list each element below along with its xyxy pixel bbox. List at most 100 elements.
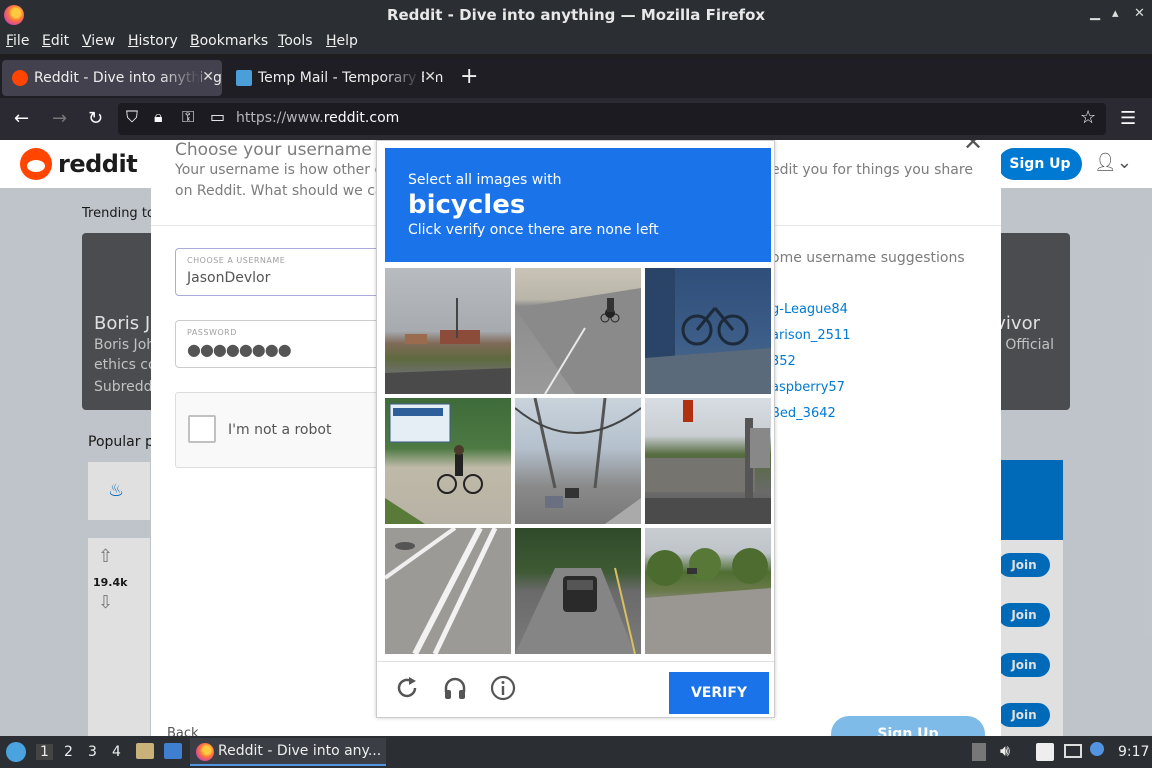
header-signup-button[interactable]: Sign Up — [998, 148, 1082, 180]
key-icon[interactable]: ⚿ — [182, 107, 194, 127]
suggestions-title: ome username suggestions — [771, 250, 965, 266]
taskbar-firefox-window[interactable]: Reddit - Dive into any... — [190, 738, 386, 766]
username-label: CHOOSE A USERNAME — [187, 256, 286, 265]
menu-edit[interactable]: Edit — [42, 33, 69, 49]
rural-road-houses-image — [385, 298, 511, 394]
workspace-4[interactable]: 4 — [112, 744, 121, 760]
captcha-hint: Click verify once there are none left — [408, 222, 659, 238]
recaptcha-label: I'm not a robot — [228, 422, 332, 438]
lock-icon[interactable]: 🔒︎ — [154, 107, 163, 127]
car-on-road-image — [515, 567, 636, 654]
road-lane-markings-image — [385, 528, 498, 654]
modal-description-right: edit you for things you share — [771, 162, 973, 178]
back-icon[interactable]: ← — [14, 108, 29, 129]
captcha-tile[interactable] — [515, 528, 641, 654]
menu-file[interactable]: File — [6, 33, 29, 49]
tab-bar: Reddit - Dive into anything ✕ Temp Mail … — [0, 58, 1152, 98]
reload-icon[interactable]: ↻ — [88, 108, 103, 129]
username-suggestion[interactable]: g-League84 — [771, 302, 848, 317]
shield-icon[interactable]: ⛉ — [126, 107, 138, 127]
workspace-1[interactable]: 1 — [36, 744, 53, 760]
recaptcha-checkbox[interactable] — [188, 415, 216, 443]
desktop-icon[interactable] — [164, 743, 182, 759]
username-suggestion[interactable]: arison_2511 — [771, 328, 850, 343]
minimize-icon[interactable]: ▁ — [1090, 6, 1100, 21]
captcha-tile[interactable] — [385, 268, 511, 394]
password-field[interactable]: PASSWORD ●●●●●●●● — [175, 320, 385, 368]
taskbar: 1 2 3 4 Reddit - Dive into any... 🔊︎ 9:1… — [0, 736, 1152, 768]
window-titlebar: Reddit - Dive into anything — Mozilla Fi… — [0, 0, 1152, 30]
menu-tools[interactable]: Tools — [278, 33, 313, 49]
captcha-tile[interactable] — [515, 268, 641, 394]
workspace-2[interactable]: 2 — [64, 744, 73, 760]
reddit-logo-text[interactable]: reddit — [58, 150, 138, 178]
captcha-tile[interactable] — [645, 398, 771, 524]
clock: 9:17 — [1118, 744, 1150, 760]
webpage: reddit Sign Up 👤︎⌄ Trending to Boris J B… — [0, 140, 1152, 736]
captcha-header: Select all images with bicycles Click ve… — [385, 148, 771, 262]
hamburger-menu-icon[interactable]: ☰ — [1120, 108, 1136, 129]
menu-bar: File Edit View History Bookmarks Tools H… — [0, 30, 1152, 54]
username-field[interactable]: CHOOSE A USERNAME JasonDevlor — [175, 248, 385, 296]
display-icon[interactable] — [1064, 744, 1082, 758]
username-suggestion[interactable]: aspberry57 — [771, 380, 845, 395]
new-tab-icon[interactable]: + — [460, 64, 478, 89]
username-suggestion[interactable]: Bed_3642 — [771, 406, 836, 421]
captcha-tile[interactable] — [515, 398, 641, 524]
audio-challenge-icon[interactable] — [441, 674, 469, 702]
captcha-footer: VERIFY — [377, 661, 774, 718]
modal-title: Choose your username — [175, 140, 372, 160]
tab-temp-mail[interactable]: Temp Mail - Temporary Email ✕ — [226, 60, 444, 96]
username-value: JasonDevlor — [187, 270, 271, 286]
taskbar-window-label: Reddit - Dive into any... — [218, 743, 382, 759]
reddit-favicon-icon — [12, 70, 28, 86]
notes-icon[interactable] — [1036, 743, 1054, 761]
bridge-traffic-image — [515, 398, 641, 524]
url-bar[interactable]: ⛉ 🔒︎ ⚿ ▭ https://www.reddit.com ☆ — [118, 103, 1106, 135]
maximize-icon[interactable]: ▴ — [1112, 6, 1119, 21]
captcha-tile[interactable] — [645, 528, 771, 654]
recaptcha-widget: I'm not a robot — [175, 392, 385, 468]
tab-reddit[interactable]: Reddit - Dive into anything ✕ — [2, 60, 222, 96]
close-window-icon[interactable]: ✕ — [1134, 6, 1145, 21]
reload-challenge-icon[interactable] — [393, 674, 421, 702]
file-manager-icon[interactable] — [136, 743, 154, 759]
cyclist-near-sign-image — [385, 403, 483, 524]
modal-signup-button[interactable]: Sign Up — [831, 716, 985, 736]
password-label: PASSWORD — [187, 328, 237, 337]
verify-button[interactable]: VERIFY — [669, 672, 769, 714]
close-tab-icon[interactable]: ✕ — [424, 69, 436, 85]
menu-history[interactable]: History — [128, 33, 178, 49]
back-link[interactable]: Back — [167, 726, 199, 736]
captcha-tile[interactable] — [385, 398, 511, 524]
reddit-logo-icon[interactable] — [20, 148, 52, 180]
captcha-tile[interactable] — [385, 528, 511, 654]
workspace-3[interactable]: 3 — [88, 744, 97, 760]
captcha-target: bicycles — [408, 190, 526, 220]
password-value: ●●●●●●●● — [187, 340, 292, 359]
volume-icon[interactable]: 🔊︎ — [1000, 741, 1010, 761]
notification-icon[interactable] — [1090, 742, 1104, 756]
close-modal-icon[interactable]: ✕ — [963, 140, 983, 156]
info-icon[interactable] — [489, 674, 517, 702]
menu-bookmarks[interactable]: Bookmarks — [190, 33, 268, 49]
url-text[interactable]: https://www.reddit.com — [236, 110, 399, 126]
captcha-tile[interactable] — [645, 268, 771, 394]
forward-icon[interactable]: → — [52, 108, 67, 129]
mail-favicon-icon — [236, 70, 252, 86]
page-info-icon[interactable]: ▭ — [210, 107, 225, 126]
bookmark-star-icon[interactable]: ☆ — [1080, 107, 1096, 128]
firefox-icon — [196, 743, 214, 761]
start-menu-icon[interactable] — [6, 742, 26, 762]
menu-view[interactable]: View — [82, 33, 115, 49]
menu-help[interactable]: Help — [326, 33, 358, 49]
parked-bicycle-wall-image — [645, 268, 771, 394]
clipboard-icon[interactable] — [972, 743, 986, 761]
modal-description: Your username is how other co — [175, 162, 391, 178]
close-tab-icon[interactable]: ✕ — [202, 69, 214, 85]
navigation-bar: ← → ↻ ⛉ 🔒︎ ⚿ ▭ https://www.reddit.com ☆ … — [0, 98, 1152, 140]
captcha-challenge: Select all images with bicycles Click ve… — [376, 140, 775, 718]
window-title: Reddit - Dive into anything — Mozilla Fi… — [386, 6, 766, 24]
user-menu-icon[interactable]: 👤︎⌄ — [1094, 152, 1132, 173]
cyclist-on-road-image — [515, 288, 641, 394]
